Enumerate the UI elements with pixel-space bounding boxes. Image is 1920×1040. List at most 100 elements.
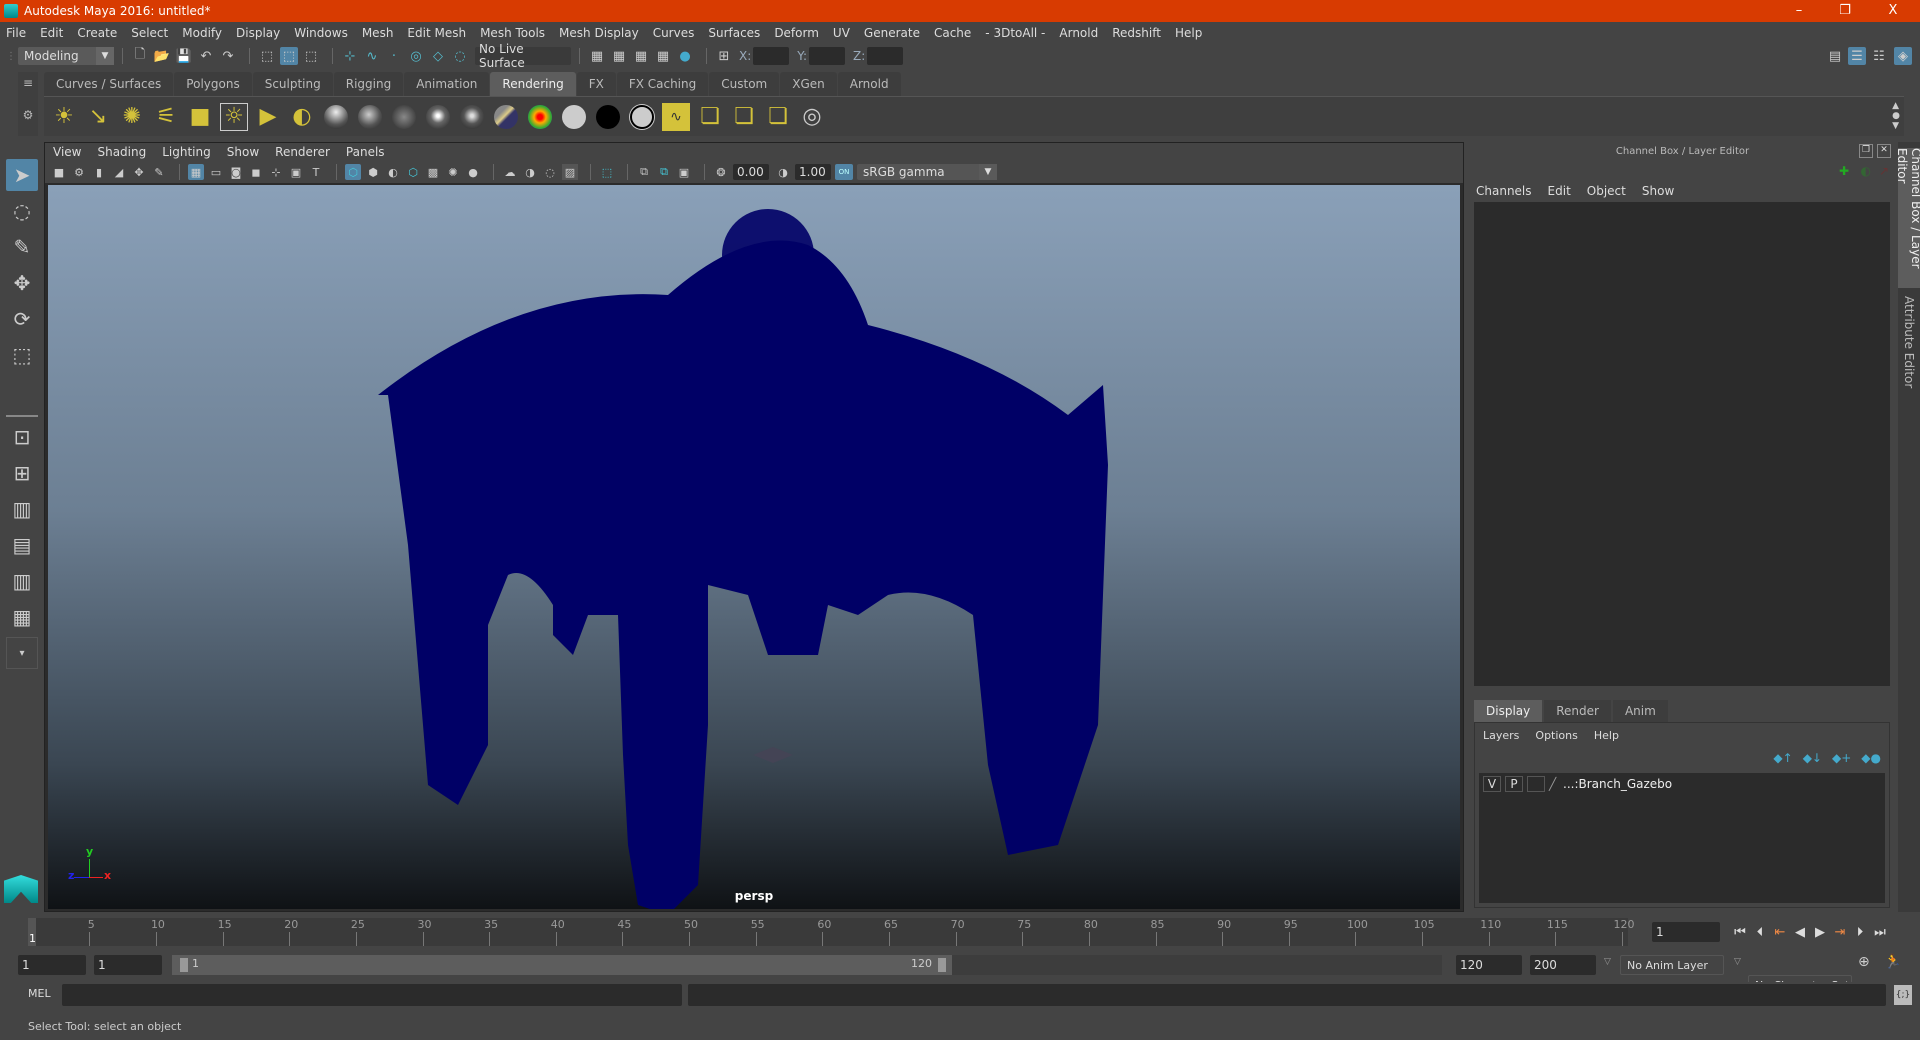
camera-aim-icon[interactable]: ▶ [254,103,282,131]
new-scene-icon[interactable]: 🗋 [131,47,149,65]
layer-editor-toggle-icon[interactable]: ◈ [1894,47,1912,65]
branch-gazebo-model[interactable] [48,185,1460,909]
render-settings-icon[interactable]: ▦ [654,47,672,65]
shelf-tab-rendering[interactable]: Rendering [490,72,576,96]
persp-outliner-graph-layout-icon[interactable]: ▦ [6,601,38,633]
animation-end-field[interactable]: 200 [1530,955,1596,975]
viewport-menu-view[interactable]: View [53,145,81,159]
xray-joints-icon[interactable]: ⧉ [656,164,672,180]
exposure-field[interactable]: 0.00 [733,164,769,180]
open-scene-icon[interactable]: 📂 [153,47,171,65]
layer-playback-toggle[interactable]: P [1505,776,1523,792]
menu-surfaces[interactable]: Surfaces [708,26,760,40]
restore-button[interactable]: ❐ [1822,0,1868,22]
smooth-shade-icon[interactable]: ⬢ [365,164,381,180]
shelf-tab-rigging[interactable]: Rigging [333,72,404,96]
viewport-canvas[interactable]: y x z persp [48,185,1460,909]
animation-start-field[interactable]: 1 [18,955,86,975]
close-panel-icon[interactable]: ✕ [1877,144,1891,158]
new-layer-selected-icon[interactable]: ◆● [1861,751,1881,765]
y-field[interactable] [809,47,846,65]
menu-file[interactable]: File [6,26,26,40]
xray-icon[interactable]: ⧉ [636,164,652,180]
snap-point-icon[interactable]: · [385,47,403,65]
scale-tool-icon[interactable]: ⬚ [6,339,38,371]
wireframe-on-shaded-icon[interactable]: ◐ [385,164,401,180]
view-transform-selector[interactable]: sRGB gamma ▼ [857,164,997,180]
four-pane-layout-icon[interactable]: ⊞ [6,457,38,489]
ipr-render-icon[interactable]: ❏ [764,103,792,131]
channel-box-menu-object[interactable]: Object [1587,184,1626,198]
surface-shader-white-icon[interactable] [630,104,654,129]
use-all-lights-icon[interactable]: ✺ [445,164,461,180]
menu-mesh[interactable]: Mesh [362,26,394,40]
channel-box-toggle-icon[interactable]: ☰ [1848,47,1866,65]
close-button[interactable]: X [1870,0,1916,22]
shelf-tab-sculpting[interactable]: Sculpting [252,72,333,96]
layer-menu-layers[interactable]: Layers [1483,729,1519,742]
area-light-icon[interactable]: ■ [186,103,214,131]
shelf-tab-fx[interactable]: FX [576,72,616,96]
x-field[interactable] [753,47,790,65]
move-tool-icon[interactable]: ✥ [6,267,38,299]
image-plane-icon[interactable]: ◢ [111,164,127,180]
anisotropic-shader-icon[interactable] [460,104,484,129]
undo-icon[interactable]: ↶ [197,47,215,65]
character-set-dropdown-icon[interactable]: ▽ [1734,957,1741,967]
render-frame-icon[interactable]: ▦ [610,47,628,65]
save-scene-icon[interactable]: 💾 [175,47,193,65]
resolution-gate-icon[interactable]: ◙ [228,164,244,180]
new-empty-layer-icon[interactable]: ◆+ [1832,751,1851,765]
film-gate-icon[interactable]: ▭ [208,164,224,180]
menu-3dtoall[interactable]: - 3DtoAll - [985,26,1045,40]
menu-cache[interactable]: Cache [934,26,971,40]
mode-selector[interactable]: Modeling ▼ [18,47,114,65]
go-to-end-icon[interactable]: ⏭ [1870,922,1890,942]
playback-end-field[interactable]: 120 [1456,955,1522,975]
step-forward-frame-icon[interactable]: ⏵ [1850,922,1870,942]
viewport-menu-lighting[interactable]: Lighting [162,145,211,159]
menu-mesh-display[interactable]: Mesh Display [559,26,639,40]
go-to-start-icon[interactable]: ⏮ [1730,922,1750,942]
menu-mesh-tools[interactable]: Mesh Tools [480,26,545,40]
range-end-handle[interactable] [938,958,946,972]
menu-help[interactable]: Help [1175,26,1202,40]
color-management-toggle[interactable]: ON [835,164,853,180]
select-tool-icon[interactable]: ➤ [6,159,38,191]
shelf-settings-icon[interactable]: ⚙ [18,108,38,122]
spot-light-icon[interactable]: ⚟ [152,103,180,131]
ambient-light-icon[interactable]: ☀ [50,103,78,131]
layer-row[interactable]: V P ╱ ...:Branch_Gazebo [1479,773,1885,795]
menu-uv[interactable]: UV [833,26,850,40]
step-back-key-icon[interactable]: ⇤ [1770,922,1790,942]
select-object-icon[interactable]: ⬚ [280,47,298,65]
float-panel-icon[interactable]: ❐ [1859,144,1873,158]
layer-tab-display[interactable]: Display [1474,700,1543,722]
bookmark-icon[interactable]: ▮ [91,164,107,180]
layer-tab-render[interactable]: Render [1544,700,1611,722]
viewport-menu-show[interactable]: Show [227,145,259,159]
live-surface-field[interactable]: No Live Surface [475,42,571,70]
snap-surface-icon[interactable]: ◇ [429,47,447,65]
grid-icon[interactable]: ▦ [188,164,204,180]
menu-display[interactable]: Display [236,26,280,40]
channel-box-menu-edit[interactable]: Edit [1548,184,1571,198]
anim-layer-dropdown-icon[interactable]: ▽ [1604,957,1611,967]
grease-pencil-icon[interactable]: ✎ [151,164,167,180]
layer-display-type-toggle[interactable] [1527,776,1545,792]
safe-title-icon[interactable]: T [308,164,324,180]
command-input[interactable] [62,984,682,1006]
phong-e-shader-icon[interactable] [426,104,450,129]
render-current-icon[interactable]: ❏ [730,103,758,131]
default-material-icon[interactable]: ⬡ [405,164,421,180]
manipulator-icon[interactable]: ✚ [1839,164,1849,178]
anti-aliasing-icon[interactable]: ◌ [542,164,558,180]
render-history-icon[interactable]: ▦ [588,47,606,65]
play-backwards-icon[interactable]: ◀ [1790,922,1810,942]
snap-center-icon[interactable]: ◌ [451,47,469,65]
rotate-tool-icon[interactable]: ⟳ [6,303,38,335]
animation-preferences-icon[interactable]: 🏃 [1884,954,1901,970]
menu-curves[interactable]: Curves [653,26,695,40]
menu-windows[interactable]: Windows [294,26,348,40]
snap-view-icon[interactable]: ◎ [407,47,425,65]
